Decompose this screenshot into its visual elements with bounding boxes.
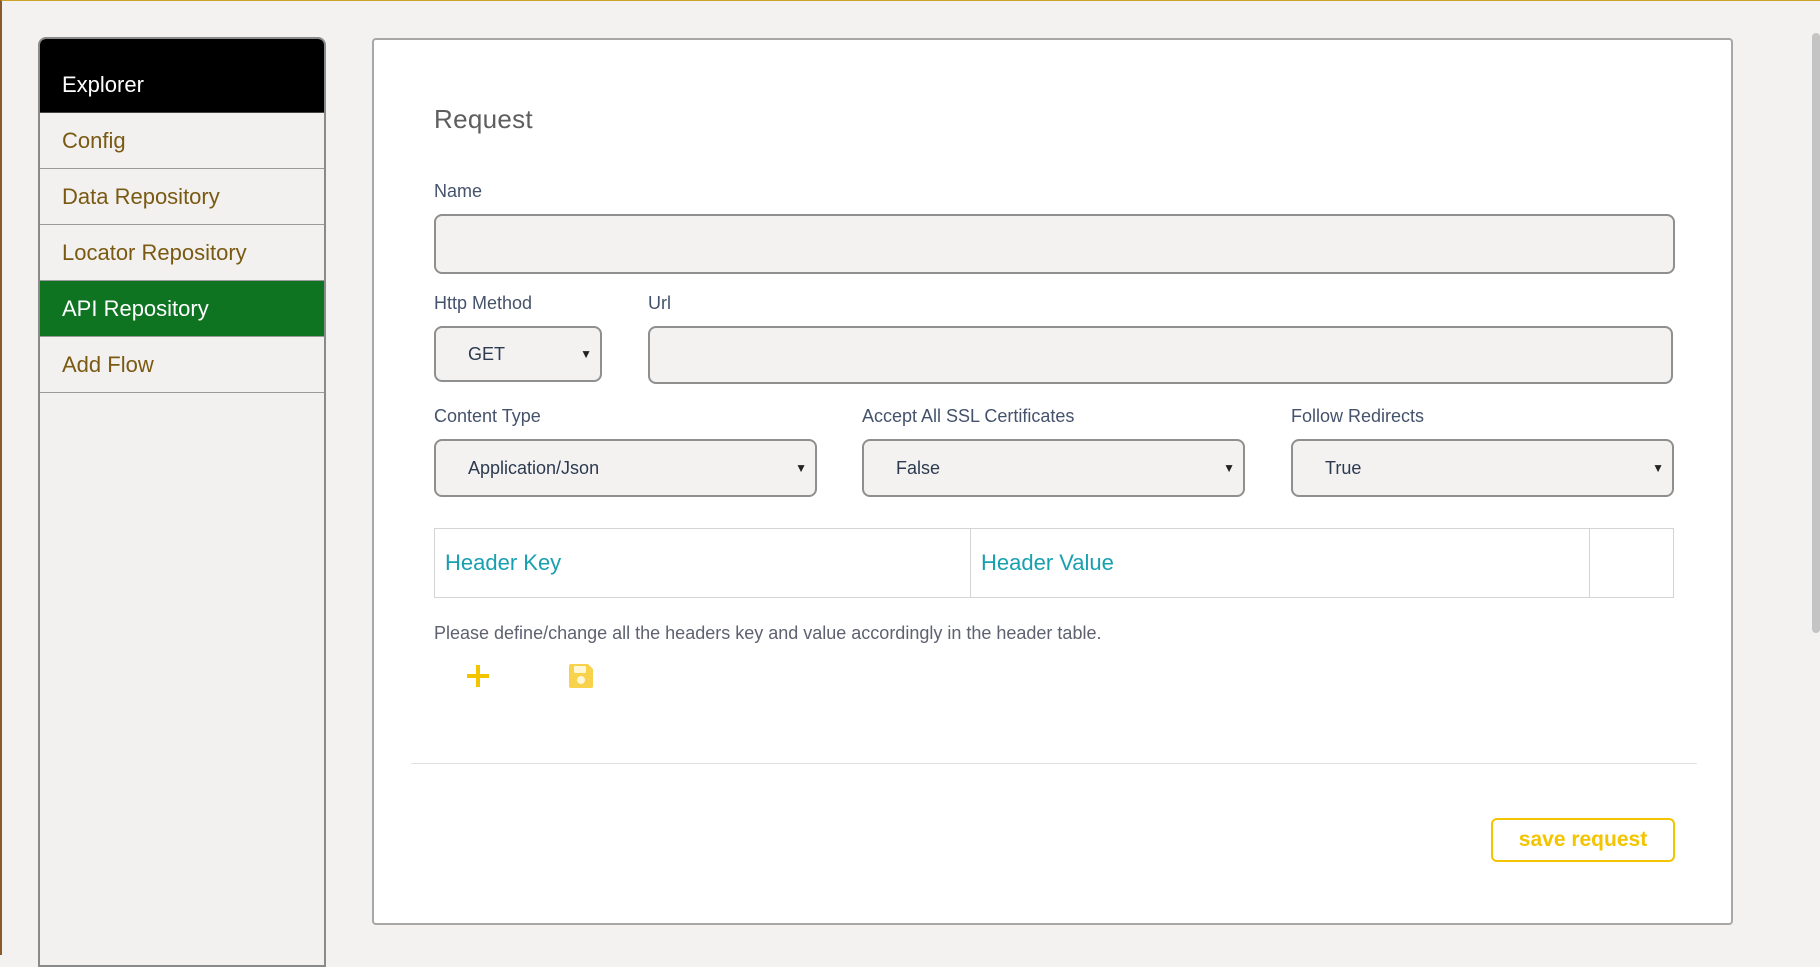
url-label: Url (648, 293, 671, 313)
http-method-select[interactable]: GET ▼ (434, 326, 602, 382)
sidebar-item-explorer[interactable]: Explorer (40, 39, 324, 113)
redirects-select[interactable]: True ▼ (1291, 439, 1674, 497)
sidebar-item-label: Locator Repository (62, 239, 247, 265)
dropdown-caret-icon: ▼ (795, 461, 807, 475)
sidebar-item-config[interactable]: Config (40, 113, 324, 169)
sidebar-item-label: Explorer (62, 71, 144, 97)
app-frame: Explorer Config Data Repository Locator … (0, 0, 1820, 967)
sidebar-item-label: Config (62, 127, 126, 153)
header-key-column: Header Key (435, 529, 971, 597)
save-request-button[interactable]: save request (1491, 818, 1675, 862)
sidebar-item-data-repository[interactable]: Data Repository (40, 169, 324, 225)
url-input[interactable] (648, 326, 1673, 384)
ssl-label: Accept All SSL Certificates (862, 406, 1075, 426)
name-input[interactable] (434, 214, 1675, 274)
header-value-column: Header Value (971, 529, 1590, 597)
http-method-value: GET (468, 343, 506, 364)
floppy-disk-icon[interactable] (566, 661, 596, 691)
dropdown-caret-icon: ▼ (1652, 461, 1664, 475)
headers-table: Header Key Header Value (434, 528, 1674, 598)
http-method-label: Http Method (434, 293, 533, 313)
scrollbar-thumb[interactable] (1812, 33, 1820, 633)
name-label: Name (434, 181, 483, 201)
request-panel: Request Name Http Method GET ▼ Url Conte… (372, 38, 1733, 925)
sidebar-item-label: Add Flow (62, 351, 154, 377)
ssl-value: False (896, 457, 941, 478)
sidebar-item-api-repository[interactable]: API Repository (40, 281, 324, 337)
content-type-value: Application/Json (468, 457, 600, 478)
plus-icon[interactable] (465, 663, 491, 689)
sidebar-item-locator-repository[interactable]: Locator Repository (40, 225, 324, 281)
sidebar: Explorer Config Data Repository Locator … (38, 37, 326, 967)
divider (411, 763, 1697, 764)
dropdown-caret-icon: ▼ (580, 347, 592, 361)
header-action-column (1590, 529, 1673, 597)
ssl-select[interactable]: False ▼ (862, 439, 1245, 497)
redirects-label: Follow Redirects (1291, 406, 1425, 426)
dropdown-caret-icon: ▼ (1223, 461, 1235, 475)
sidebar-item-label: Data Repository (62, 183, 220, 209)
content-type-select[interactable]: Application/Json ▼ (434, 439, 817, 497)
redirects-value: True (1325, 457, 1362, 478)
help-text: Please define/change all the headers key… (434, 623, 1102, 643)
sidebar-item-add-flow[interactable]: Add Flow (40, 337, 324, 393)
page-title: Request (434, 104, 533, 134)
sidebar-item-label: API Repository (62, 295, 209, 321)
content-type-label: Content Type (434, 406, 541, 426)
